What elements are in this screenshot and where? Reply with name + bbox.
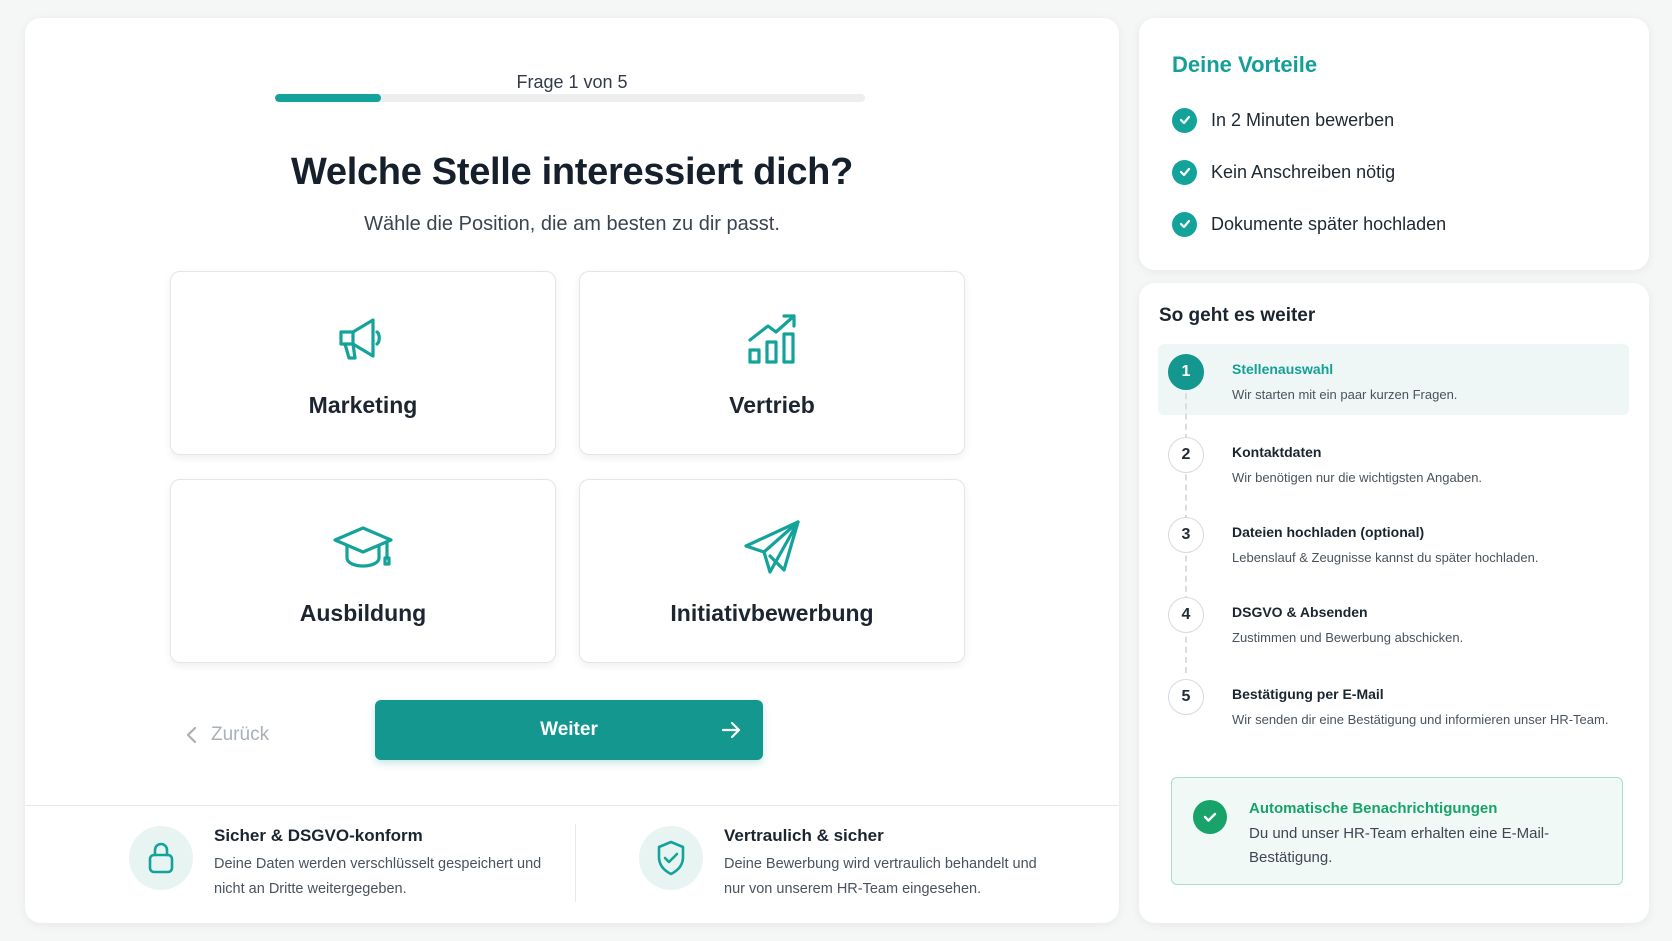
back-button-label: Zurück [211,724,270,745]
footer-vertical-divider [575,824,576,902]
step-description: Lebenslauf & Zeugnisse kannst du später … [1232,550,1539,565]
option-label: Marketing [308,392,418,418]
step-number: 2 [1168,437,1204,473]
benefit-item: In 2 Minuten bewerben [1172,106,1394,134]
benefit-item: Dokumente später hochladen [1172,210,1446,238]
step-number: 1 [1168,354,1204,390]
question-subtitle: Wähle die Position, die am besten zu dir… [364,213,780,235]
progress-bar [275,94,865,102]
check-icon [1172,107,1197,133]
option-marketing[interactable]: Marketing [170,271,556,455]
notification-text: Du und unser HR-Team erhalten eine E-Mai… [1249,825,1550,866]
step-description: Wir starten mit ein paar kurzen Fragen. [1232,387,1458,402]
position-options: Marketing Vertrieb Ausbildung Initiativb… [170,271,966,664]
lock-icon-badge [129,826,193,890]
next-button[interactable]: Weiter [375,700,763,760]
option-label: Vertrieb [729,392,815,418]
notification-box: Automatische Benachrichtigungen Du und u… [1171,777,1623,885]
benefit-item: Kein Anschreiben nötig [1172,158,1395,186]
notification-title: Automatische Benachrichtigungen [1249,800,1498,817]
step-number: 4 [1168,597,1204,633]
step-description: Wir benötigen nur die wichtigsten Angabe… [1232,470,1483,485]
step-description: Wir senden dir eine Bestätigung und info… [1232,712,1609,727]
option-vertrieb[interactable]: Vertrieb [579,271,965,455]
benefit-text: Kein Anschreiben nötig [1211,161,1396,182]
footer-divider [25,805,1119,806]
back-button[interactable]: Zurück [185,718,305,752]
step-title: Kontaktdaten [1232,444,1322,460]
trust-title: Vertraulich & sicher [724,826,884,845]
step-title: Stellenauswahl [1232,361,1334,377]
trust-item-secure: Sicher & DSGVO-konform Deine Daten werde… [129,826,549,906]
progress-label: Frage 1 von 5 [516,72,628,92]
question-panel: Frage 1 von 5 Welche Stelle interessiert… [25,18,1119,923]
progress-bar-fill [275,94,382,102]
steps-panel: So geht es weiter 1 Stellenauswahl Wir s… [1139,283,1649,923]
step-title: Dateien hochladen (optional) [1232,524,1425,540]
option-label: Initiativbewerbung [670,600,874,626]
next-button-label: Weiter [540,719,598,740]
trust-text: Deine Daten werden verschlüsselt gespeic… [214,856,542,897]
step-title: Bestätigung per E-Mail [1232,686,1384,702]
option-ausbildung[interactable]: Ausbildung [170,479,556,663]
check-icon [1193,800,1227,834]
benefit-text: In 2 Minuten bewerben [1211,109,1395,130]
step-title: DSGVO & Absenden [1232,604,1368,620]
graduation-cap-icon [333,526,393,568]
trust-text: Deine Bewerbung wird vertraulich behande… [724,856,1037,897]
shield-icon-badge [639,826,703,890]
question-title: Welche Stelle interessiert dich? [290,151,853,193]
step-number: 5 [1168,679,1204,715]
chevron-left-icon [186,726,197,744]
benefit-text: Dokumente später hochladen [1211,213,1447,234]
check-icon [1172,159,1197,185]
option-initiativbewerbung[interactable]: Initiativbewerbung [579,479,965,663]
option-label: Ausbildung [299,600,427,626]
benefits-title: Deine Vorteile [1172,52,1318,77]
megaphone-icon [339,318,381,360]
growth-chart-icon [748,314,796,364]
step-description: Zustimmen und Bewerbung abschicken. [1232,630,1464,645]
check-icon [1172,211,1197,237]
arrow-right-icon [721,721,741,739]
trust-item-confidential: Vertraulich & sicher Deine Bewerbung wir… [639,826,1059,906]
steps-title: So geht es weiter [1159,305,1316,326]
paper-plane-icon [744,520,800,574]
benefits-panel: Deine Vorteile In 2 Minuten bewerben Kei… [1139,18,1649,270]
shield-check-icon [657,840,685,876]
lock-icon [148,842,174,874]
trust-title: Sicher & DSGVO-konform [214,826,423,845]
step-number: 3 [1168,517,1204,553]
